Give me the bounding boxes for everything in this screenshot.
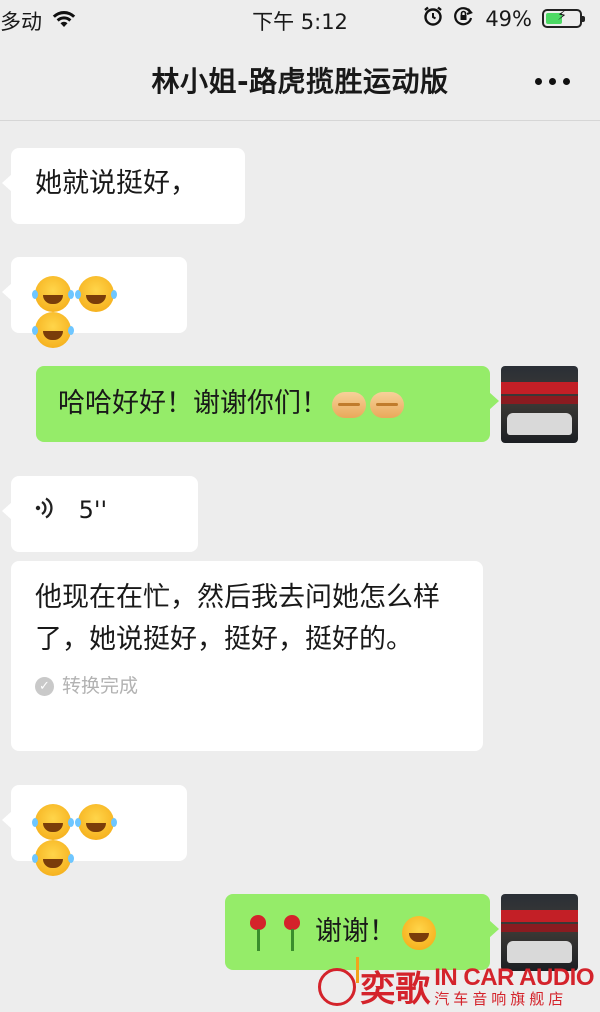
laugh-cry-emoji-icon <box>32 804 71 840</box>
check-icon: ✓ <box>35 677 54 696</box>
message-incoming: 她就说挺好， <box>2 148 245 224</box>
avatar[interactable] <box>501 894 578 971</box>
rose-emoji-icon <box>281 914 303 951</box>
laugh-cry-emoji-icon <box>32 840 71 876</box>
transcript-text: 他现在在忙，然后我去问她怎么样了，她说挺好，挺好，挺好的。 <box>35 582 440 655</box>
message-incoming <box>2 257 187 348</box>
message-incoming <box>2 785 187 876</box>
message-outgoing: 哈哈好好！谢谢你们！ <box>36 366 499 442</box>
transcript-status: ✓ 转换完成 <box>35 671 459 698</box>
message-bubble[interactable] <box>2 785 187 876</box>
message-incoming-voice: 5'' <box>2 476 198 552</box>
handshake-emoji-icon <box>332 391 366 418</box>
message-bubble[interactable]: 她就说挺好， <box>2 148 245 224</box>
voice-wave-icon <box>35 497 61 525</box>
battery-percent: 49% <box>485 6 532 31</box>
alarm-icon <box>423 6 443 31</box>
orientation-lock-icon <box>453 6 475 31</box>
laugh-cry-emoji-icon <box>32 312 71 348</box>
message-text: 谢谢！ <box>315 916 396 947</box>
charging-bolt-icon: ⚡ <box>557 8 567 24</box>
message-bubble[interactable]: 哈哈好好！谢谢你们！ <box>36 366 499 442</box>
voice-transcript: 他现在在忙，然后我去问她怎么样了，她说挺好，挺好，挺好的。 ✓ 转换完成 <box>11 561 483 751</box>
message-text: 哈哈好好！谢谢你们！ <box>58 388 328 419</box>
brand-logo-icon <box>318 956 360 1006</box>
status-right: 49% ⚡ <box>423 6 585 31</box>
grin-emoji-icon <box>402 915 436 950</box>
brand-text-block: IN CAR AUDIO 汽车音响旗舰店 <box>434 966 594 1007</box>
status-bar: 多动 下午 5:12 49% ⚡ <box>0 0 600 38</box>
chat-title: 林小姐-路虎揽胜运动版 <box>151 65 449 98</box>
brand-name-cn: 奕歌 <box>360 970 431 1010</box>
rose-emoji-icon <box>247 914 269 951</box>
laugh-cry-emoji-icon <box>32 276 71 312</box>
transcript-bubble[interactable]: 他现在在忙，然后我去问她怎么样了，她说挺好，挺好，挺好的。 ✓ 转换完成 <box>11 561 483 751</box>
chat-header: 林小姐-路虎揽胜运动版 <box>0 38 600 121</box>
avatar[interactable] <box>501 366 578 443</box>
message-text: 她就说挺好， <box>35 168 197 199</box>
laugh-cry-emoji-icon <box>75 276 114 312</box>
brand-subtitle: 汽车音响旗舰店 <box>434 990 568 1008</box>
laugh-cry-emoji-icon <box>75 804 114 840</box>
battery-icon: ⚡ <box>542 8 585 28</box>
brand-watermark: 奕歌 IN CAR AUDIO 汽车音响旗舰店 <box>318 956 594 1012</box>
transcript-status-text: 转换完成 <box>62 675 139 697</box>
voice-duration: 5'' <box>78 496 108 524</box>
brand-name-en: IN CAR AUDIO <box>434 964 594 991</box>
handshake-emoji-icon <box>370 391 404 418</box>
more-icon[interactable] <box>535 78 570 85</box>
voice-bubble[interactable]: 5'' <box>2 476 198 552</box>
message-bubble[interactable] <box>2 257 187 348</box>
